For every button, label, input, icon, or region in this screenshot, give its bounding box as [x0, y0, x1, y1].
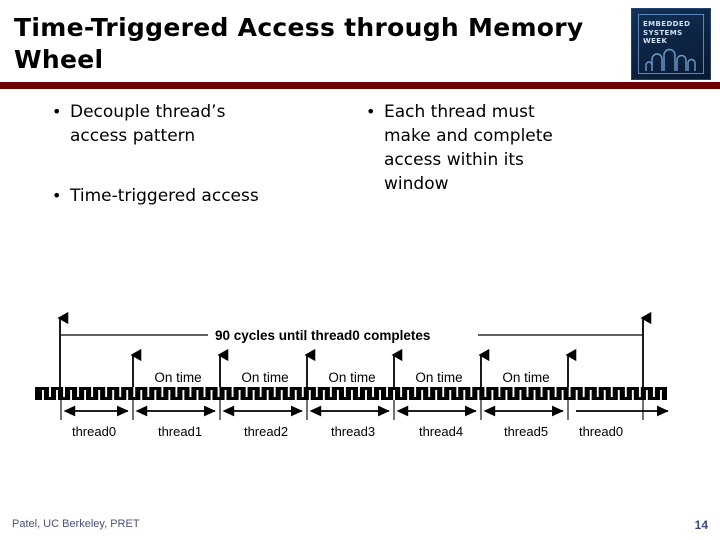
list-item: • Decouple thread’s access pattern	[52, 100, 352, 148]
bullet-spacer	[52, 154, 352, 184]
on-time-label: On time	[328, 370, 375, 385]
thread-label: thread3	[331, 424, 375, 439]
bullet-marker-icon: •	[52, 102, 62, 121]
thread-label-group: thread0 thread1 thread2 thread3 thread4 …	[72, 424, 623, 439]
header-divider-rule	[0, 82, 720, 89]
thread-label: thread0	[579, 424, 623, 439]
cycle-timeline-bar	[35, 387, 667, 403]
thread-label: thread2	[244, 424, 288, 439]
span-label: 90 cycles until thread0 completes	[215, 328, 430, 343]
on-time-label: On time	[415, 370, 462, 385]
on-time-label: On time	[502, 370, 549, 385]
thread-label: thread5	[504, 424, 548, 439]
memory-wheel-timeline-diagram: 90 cycles until thread0 completes On tim…	[0, 300, 720, 465]
embedded-systems-week-logo: EMBEDDED SYSTEMS WEEK	[631, 8, 711, 80]
bullet-text: Each thread must make and complete acces…	[384, 102, 553, 194]
thread-label: thread4	[419, 424, 463, 439]
slide-header: Time-Triggered Access through Memory Whe…	[0, 0, 720, 90]
logo-label: EMBEDDED SYSTEMS WEEK	[643, 20, 691, 45]
page-number: 14	[694, 518, 708, 532]
puzzle-people-icon	[645, 48, 696, 71]
bullet-marker-icon: •	[52, 186, 62, 205]
bullet-text: Decouple thread’s access pattern	[70, 102, 226, 146]
thread-label: thread1	[158, 424, 202, 439]
bullet-marker-icon: •	[366, 102, 376, 121]
on-time-label-group: On time On time On time On time On time	[154, 370, 549, 385]
on-time-label: On time	[241, 370, 288, 385]
timeline-svg: 90 cycles until thread0 completes On tim…	[35, 311, 669, 439]
thread-label: thread0	[72, 424, 116, 439]
on-time-label: On time	[154, 370, 201, 385]
bullet-text: Time-triggered access	[70, 186, 259, 206]
slide-canvas: Time-Triggered Access through Memory Whe…	[0, 0, 720, 540]
bullet-column-left: • Decouple thread’s access pattern • Tim…	[52, 100, 352, 214]
footer-credit: Patel, UC Berkeley, PRET	[12, 518, 140, 530]
list-item: • Each thread must make and complete acc…	[366, 100, 656, 196]
bullet-column-right: • Each thread must make and complete acc…	[366, 100, 656, 202]
list-item: • Time-triggered access	[52, 184, 352, 208]
page-title: Time-Triggered Access through Memory Whe…	[14, 13, 584, 74]
